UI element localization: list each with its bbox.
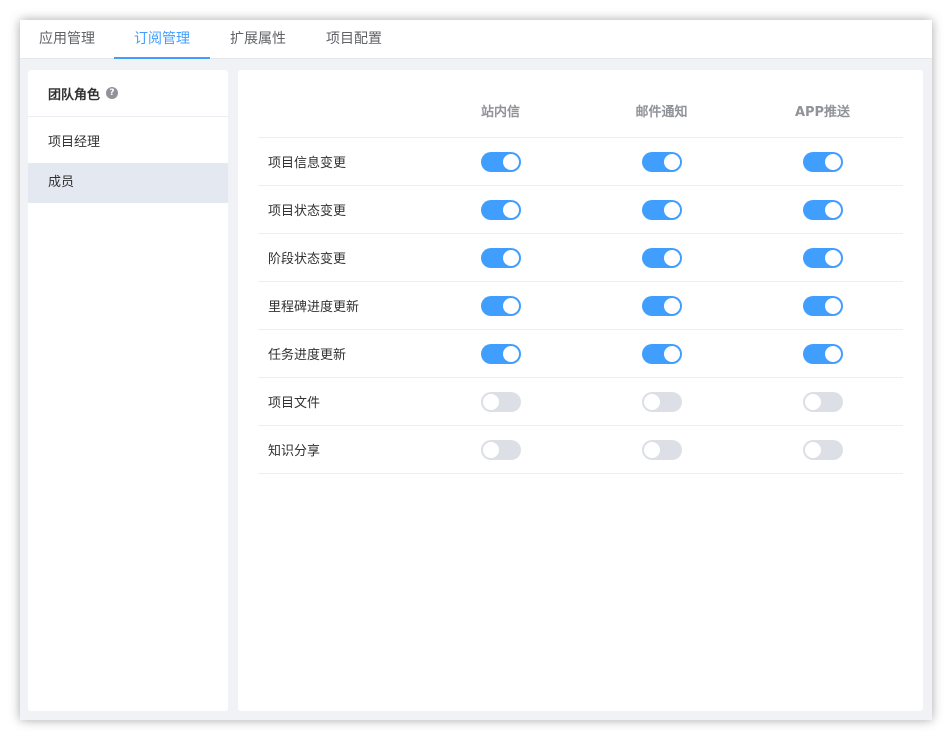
switch-knob [502,153,519,170]
event-name: 项目信息变更 [268,156,347,171]
app-push-switch[interactable] [802,391,843,412]
email-switch[interactable] [641,247,682,268]
tab-app-management[interactable]: 应用管理 [20,20,114,59]
role-list: 项目经理 成员 [28,123,228,203]
in-site-message-switch[interactable] [480,151,521,172]
email-switch[interactable] [641,295,682,316]
event-name: 里程碑进度更新 [268,300,360,315]
table-row: 项目状态变更 [258,186,903,234]
switch-knob [824,297,841,314]
switch-knob [804,441,821,458]
switch-knob [643,393,660,410]
table-row: 任务进度更新 [258,330,903,378]
email-switch[interactable] [641,343,682,364]
switch-knob [502,345,519,362]
event-name: 项目状态变更 [268,204,347,219]
tab-project-config[interactable]: 项目配置 [306,20,402,59]
switch-knob [824,153,841,170]
column-header-in-site-message: 站内信 [480,105,520,120]
event-name: 知识分享 [268,444,321,459]
sidebar-header: 团队角色 ? [28,70,228,117]
app-push-switch[interactable] [802,343,843,364]
app-push-switch[interactable] [802,199,843,220]
column-header-email: 邮件通知 [635,105,688,120]
subscription-panel: 站内信 邮件通知 APP推送 项目信息变更 项目状态变更 阶段状态变更 里程碑进… [238,70,923,711]
switch-knob [824,249,841,266]
email-switch[interactable] [641,199,682,220]
switch-knob [804,393,821,410]
sidebar-title: 团队角色 [48,87,101,103]
switch-knob [663,153,680,170]
column-header-event [258,90,420,137]
switch-knob [663,201,680,218]
in-site-message-switch[interactable] [480,391,521,412]
in-site-message-switch[interactable] [480,439,521,460]
event-name: 项目文件 [268,396,321,411]
question-circle-icon[interactable]: ? [106,87,119,99]
switch-knob [824,201,841,218]
app-push-switch[interactable] [802,151,843,172]
table-row: 阶段状态变更 [258,234,903,282]
column-header-app-push: APP推送 [794,105,851,120]
switch-knob [824,345,841,362]
in-site-message-switch[interactable] [480,247,521,268]
in-site-message-switch[interactable] [480,199,521,220]
event-name: 阶段状态变更 [268,252,347,267]
switch-knob [482,441,499,458]
tab-bar: 应用管理 订阅管理 扩展属性 项目配置 [20,20,932,59]
app-push-switch[interactable] [802,295,843,316]
subscription-table: 站内信 邮件通知 APP推送 项目信息变更 项目状态变更 阶段状态变更 里程碑进… [258,90,903,474]
table-header: 站内信 邮件通知 APP推送 [258,90,903,138]
email-switch[interactable] [641,391,682,412]
table-row: 项目文件 [258,378,903,426]
app-push-switch[interactable] [802,439,843,460]
switch-knob [663,249,680,266]
table-row: 知识分享 [258,426,903,474]
switch-knob [663,345,680,362]
switch-knob [502,249,519,266]
event-name: 任务进度更新 [268,348,347,363]
app-push-switch[interactable] [802,247,843,268]
app-window: 应用管理 订阅管理 扩展属性 项目配置 团队角色 ? 项目经理 成员 站内信 邮… [20,20,932,720]
switch-knob [482,393,499,410]
role-sidebar: 团队角色 ? 项目经理 成员 [28,70,228,711]
email-switch[interactable] [641,151,682,172]
switch-knob [502,297,519,314]
switch-knob [663,297,680,314]
tab-extended-attributes[interactable]: 扩展属性 [210,20,306,59]
role-item-project-manager[interactable]: 项目经理 [28,123,228,163]
email-switch[interactable] [641,439,682,460]
tab-subscription-management[interactable]: 订阅管理 [114,20,210,59]
in-site-message-switch[interactable] [480,295,521,316]
switch-knob [643,441,660,458]
role-item-member[interactable]: 成员 [28,163,228,203]
table-row: 项目信息变更 [258,138,903,186]
in-site-message-switch[interactable] [480,343,521,364]
table-row: 里程碑进度更新 [258,282,903,330]
active-tab-indicator [114,57,210,59]
switch-knob [502,201,519,218]
